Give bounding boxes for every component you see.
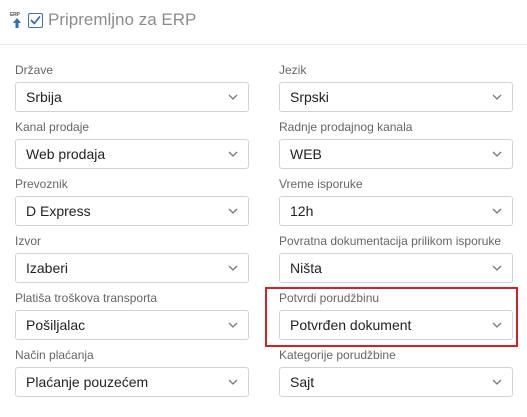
povratna-dokumentacija-value: Ništa xyxy=(290,260,322,276)
kanal-prodaje-value: Web prodaja xyxy=(26,146,106,162)
checkmark-icon xyxy=(30,15,41,24)
kanal-prodaje-label: Kanal prodaje xyxy=(15,120,90,134)
prevoznik-field: Prevoznik D Express xyxy=(15,176,249,226)
chevron-down-icon xyxy=(492,94,502,100)
kanal-prodaje-field: Kanal prodaje Web prodaja xyxy=(15,119,249,169)
jezik-value: Srpski xyxy=(290,89,329,105)
radnje-prodajnog-kanala-value: WEB xyxy=(290,146,322,162)
platisa-label: Platiša troškova transporta xyxy=(15,291,158,305)
platisa-select[interactable]: Pošiljalac xyxy=(15,310,249,340)
chevron-down-icon xyxy=(228,151,238,157)
platisa-field: Platiša troškova transporta Pošiljalac xyxy=(15,290,249,340)
jezik-select[interactable]: Srpski xyxy=(279,82,513,112)
erp-ready-title: Pripremljno za ERP xyxy=(48,10,197,29)
erp-header: ERP Pripremljno za ERP xyxy=(10,6,196,34)
vreme-isporuke-label: Vreme isporuke xyxy=(279,177,363,191)
kategorije-porudzbine-select[interactable]: Sajt xyxy=(279,367,513,397)
jezik-field: Jezik Srpski xyxy=(279,62,513,112)
drzave-value: Srbija xyxy=(26,89,62,105)
vreme-isporuke-value: 12h xyxy=(290,203,314,219)
chevron-down-icon xyxy=(228,265,238,271)
chevron-down-icon xyxy=(228,94,238,100)
izvor-select[interactable]: Izaberi xyxy=(15,253,249,283)
izvor-value: Izaberi xyxy=(26,260,69,276)
chevron-down-icon xyxy=(492,208,502,214)
kategorije-porudzbine-label: Kategorije porudžbine xyxy=(279,348,396,362)
nacin-placanja-select[interactable]: Plaćanje pouzećem xyxy=(15,367,249,397)
nacin-placanja-label: Način plaćanja xyxy=(15,348,94,362)
drzave-select[interactable]: Srbija xyxy=(15,82,249,112)
drzave-field: Države Srbija xyxy=(15,62,249,112)
chevron-down-icon xyxy=(228,379,238,385)
header-divider xyxy=(0,44,527,45)
chevron-down-icon xyxy=(228,208,238,214)
povratna-dokumentacija-label: Povratna dokumentacija prilikom isporuke xyxy=(279,234,502,248)
izvor-label: Izvor xyxy=(15,234,42,248)
prevoznik-value: D Express xyxy=(26,203,91,219)
kanal-prodaje-select[interactable]: Web prodaja xyxy=(15,139,249,169)
chevron-down-icon xyxy=(492,265,502,271)
radnje-prodajnog-kanala-field: Radnje prodajnog kanala WEB xyxy=(279,119,513,169)
povratna-dokumentacija-select[interactable]: Ništa xyxy=(279,253,513,283)
izvor-field: Izvor Izaberi xyxy=(15,233,249,283)
radnje-prodajnog-kanala-select[interactable]: WEB xyxy=(279,139,513,169)
vreme-isporuke-select[interactable]: 12h xyxy=(279,196,513,226)
vreme-isporuke-field: Vreme isporuke 12h xyxy=(279,176,513,226)
prevoznik-label: Prevoznik xyxy=(15,177,68,191)
drzave-label: Države xyxy=(15,63,54,77)
nacin-placanja-field: Način plaćanja Plaćanje pouzećem xyxy=(15,347,249,397)
chevron-down-icon xyxy=(492,379,502,385)
kategorije-porudzbine-field: Kategorije porudžbine Sajt xyxy=(279,347,513,397)
potvrdi-porudzbinu-highlight xyxy=(265,287,518,347)
nacin-placanja-value: Plaćanje pouzećem xyxy=(26,374,149,390)
prevoznik-select[interactable]: D Express xyxy=(15,196,249,226)
erp-ready-checkbox[interactable] xyxy=(28,12,43,28)
radnje-prodajnog-kanala-label: Radnje prodajnog kanala xyxy=(279,120,413,134)
povratna-dokumentacija-field: Povratna dokumentacija prilikom isporuke… xyxy=(279,233,513,283)
jezik-label: Jezik xyxy=(279,63,307,77)
kategorije-porudzbine-value: Sajt xyxy=(290,374,315,390)
chevron-down-icon xyxy=(228,322,238,328)
erp-upload-icon: ERP xyxy=(10,10,24,30)
chevron-down-icon xyxy=(492,151,502,157)
platisa-value: Pošiljalac xyxy=(26,317,86,333)
